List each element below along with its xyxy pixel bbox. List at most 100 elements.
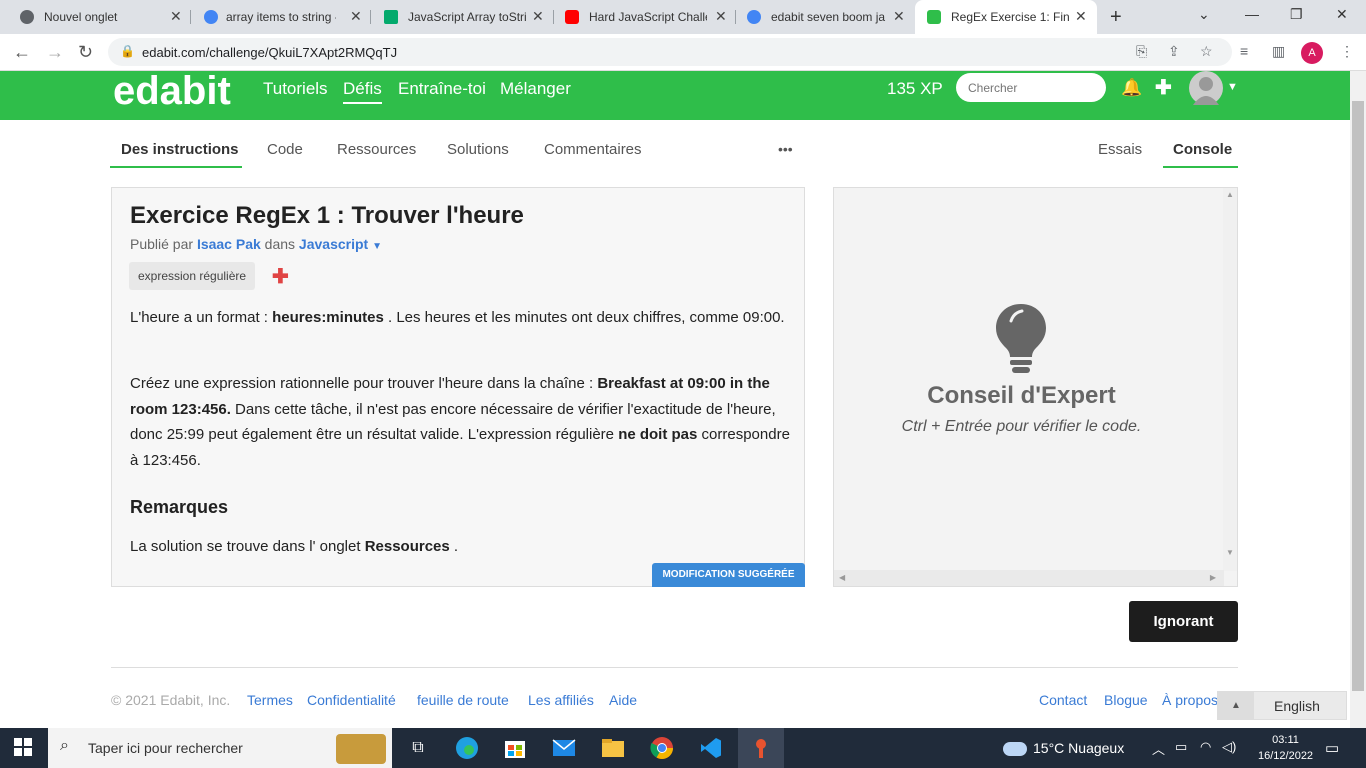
notifications-icon[interactable]: ▭	[1325, 739, 1339, 757]
edge-icon[interactable]	[453, 734, 481, 762]
browser-tab[interactable]: Hard JavaScript Challe ✕	[553, 0, 733, 34]
challenge-title: Exercice RegEx 1 : Trouver l'heure	[130, 202, 524, 229]
tab-essais[interactable]: Essais	[1098, 141, 1142, 158]
add-icon[interactable]: ✚	[1155, 75, 1172, 100]
forward-icon[interactable]: →	[46, 42, 64, 63]
remarks-heading: Remarques	[130, 497, 229, 517]
browser-tab-active[interactable]: RegEx Exercise 1: Find ✕	[915, 0, 1097, 34]
address-bar: ← → ↻ 🔒 edabit.com/challenge/QkuiL7XApt2…	[0, 34, 1366, 71]
footer-link-roadmap[interactable]: feuille de route	[417, 692, 509, 708]
author-link[interactable]: Isaac Pak	[197, 236, 261, 252]
side-panel-icon[interactable]: ▥	[1272, 43, 1285, 60]
tab-underline	[110, 166, 242, 168]
footer-link-affilies[interactable]: Les affiliés	[528, 692, 594, 708]
footer-link-termes[interactable]: Termes	[247, 692, 293, 708]
nav-entraine-toi[interactable]: Entraîne-toi	[398, 79, 486, 99]
bold-text: ne doit pas	[618, 426, 698, 443]
close-tab-icon[interactable]: ✕	[532, 8, 544, 25]
close-tab-icon[interactable]: ✕	[715, 8, 727, 25]
tab-console[interactable]: Console	[1173, 141, 1232, 158]
bookmark-star-icon[interactable]: ☆	[1200, 43, 1213, 60]
media-icon[interactable]: ≡	[1240, 43, 1248, 59]
caret-down-icon[interactable]: ▼	[372, 241, 382, 252]
footer-link-contact[interactable]: Contact	[1039, 692, 1087, 708]
wifi-icon[interactable]: ◠	[1200, 739, 1211, 755]
instructions-panel: Exercice RegEx 1 : Trouver l'heure Publi…	[111, 187, 805, 587]
battery-icon[interactable]: ▭	[1175, 739, 1187, 755]
search-input[interactable]	[956, 73, 1106, 102]
close-window-icon[interactable]: ✕	[1336, 6, 1348, 23]
system-clock[interactable]: 03:11 16/12/2022	[1258, 732, 1313, 764]
app-icon[interactable]	[747, 734, 775, 762]
tab-commentaires[interactable]: Commentaires	[544, 141, 642, 158]
browser-tab[interactable]: JavaScript Array toStri ✕	[372, 0, 552, 34]
weather-widget[interactable]: 15°C Nuageux	[1003, 740, 1124, 757]
tab-search-icon[interactable]: ⌄	[1198, 6, 1210, 23]
omnibox[interactable]: 🔒 edabit.com/challenge/QkuiL7XApt2RMQqTJ	[108, 38, 1232, 66]
menu-icon[interactable]: ⋮	[1340, 43, 1354, 60]
vscode-icon[interactable]	[697, 734, 725, 762]
more-tabs-icon[interactable]: •••	[778, 141, 793, 157]
store-icon[interactable]	[501, 734, 529, 762]
browser-tab[interactable]: Nouvel onglet ✕	[0, 0, 190, 34]
footer-link-aide[interactable]: Aide	[609, 692, 637, 708]
language-selector[interactable]: ▲ English	[1217, 691, 1347, 720]
footer-link-confidentialite[interactable]: Confidentialité	[307, 692, 396, 708]
language-label: English	[1274, 698, 1320, 714]
copyright: © 2021 Edabit, Inc.	[111, 692, 231, 708]
browser-tab[interactable]: array items to string - ✕	[190, 0, 370, 34]
close-tab-icon[interactable]: ✕	[1075, 8, 1087, 25]
minimize-icon[interactable]: —	[1245, 6, 1259, 22]
profile-avatar[interactable]: A	[1301, 42, 1323, 64]
windows-start-icon[interactable]	[14, 738, 32, 756]
tab-label: Nouvel onglet	[44, 10, 118, 24]
page-scrollbar[interactable]	[1350, 71, 1366, 728]
bold-text: Ressources	[364, 538, 450, 555]
bell-icon[interactable]: 🔔	[1121, 78, 1142, 98]
nav-melanger[interactable]: Mélanger	[500, 79, 571, 99]
text: La solution se trouve dans l' onglet	[130, 538, 365, 555]
mail-icon[interactable]	[550, 734, 578, 762]
file-explorer-icon[interactable]	[599, 734, 627, 762]
volume-icon[interactable]: ◁)	[1222, 739, 1236, 755]
tab-ressources[interactable]: Ressources	[337, 141, 416, 158]
youtube-icon	[565, 10, 579, 24]
chevron-down-icon[interactable]: ▼	[1227, 81, 1238, 93]
restore-icon[interactable]: ❐	[1290, 6, 1303, 23]
close-tab-icon[interactable]: ✕	[170, 8, 182, 25]
tag-badge[interactable]: expression régulière	[129, 262, 256, 290]
new-tab-icon[interactable]: +	[1110, 6, 1122, 29]
console-vertical-scrollbar[interactable]: ▲ ▼	[1223, 188, 1237, 571]
tab-code[interactable]: Code	[267, 141, 303, 158]
scrollbar-thumb[interactable]	[1352, 101, 1364, 691]
tab-instructions[interactable]: Des instructions	[121, 141, 239, 158]
add-tag-icon[interactable]: ✚	[272, 264, 289, 289]
chrome-icon	[20, 10, 34, 24]
edabit-logo[interactable]: edabit	[113, 69, 231, 114]
tab-solutions[interactable]: Solutions	[447, 141, 509, 158]
back-icon[interactable]: ←	[13, 42, 31, 63]
share-icon[interactable]: ⇪	[1168, 43, 1180, 60]
user-avatar[interactable]	[1189, 71, 1223, 105]
footer-link-blogue[interactable]: Blogue	[1104, 692, 1148, 708]
close-tab-icon[interactable]: ✕	[893, 8, 905, 25]
ignore-button[interactable]: Ignorant	[1129, 601, 1238, 642]
text: L'heure a un format :	[130, 309, 273, 326]
url-text[interactable]: edabit.com/challenge/QkuiL7XApt2RMQqTJ	[142, 45, 397, 60]
reload-icon[interactable]: ↻	[78, 42, 93, 63]
taskbar-search[interactable]: ⌕ Taper ici pour rechercher	[48, 728, 392, 768]
show-hidden-icons[interactable]: ︿	[1152, 739, 1165, 758]
language-dropdown[interactable]: Javascript	[299, 236, 368, 252]
console-horizontal-scrollbar[interactable]: ◀ ▶	[834, 570, 1224, 586]
nav-defis[interactable]: Défis	[343, 79, 382, 104]
suggest-edit-button[interactable]: MODIFICATION SUGGÉRÉE	[652, 563, 805, 587]
footer-link-apropos[interactable]: À propos	[1162, 692, 1218, 708]
browser-tab[interactable]: edabit seven boom ja ✕	[735, 0, 915, 34]
chrome-taskbar-icon[interactable]	[648, 734, 676, 762]
close-tab-icon[interactable]: ✕	[350, 8, 362, 25]
nav-tutoriels[interactable]: Tutoriels	[263, 79, 328, 99]
task-view-icon[interactable]: ⧉	[404, 734, 432, 762]
translate-icon[interactable]: ⎘	[1136, 43, 1147, 60]
text: .	[449, 538, 459, 555]
console-panel: Conseil d'Expert Ctrl + Entrée pour véri…	[833, 187, 1238, 587]
